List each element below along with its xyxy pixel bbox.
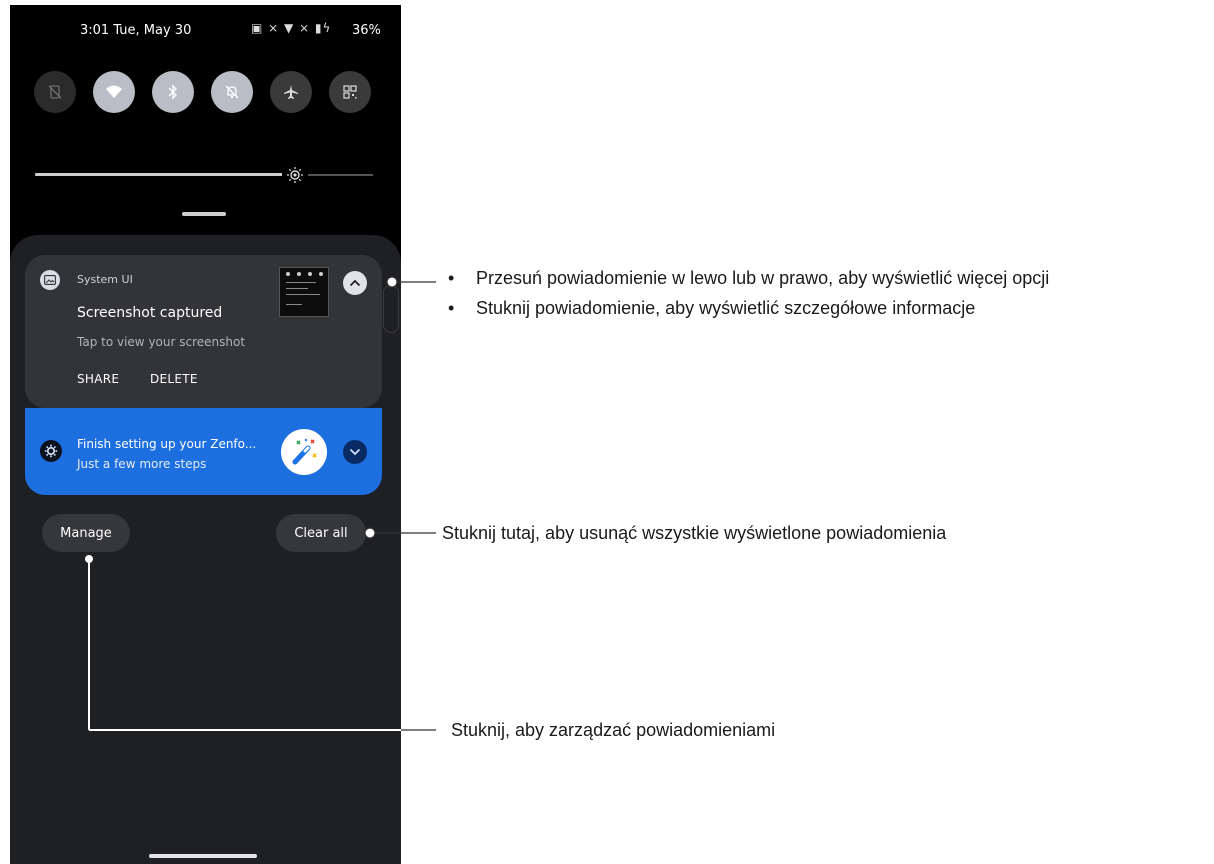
callout-tap: Stuknij powiadomienie, aby wyświetlić sz… bbox=[476, 298, 976, 318]
callout-clear-all: Stuknij tutaj, aby usunąć wszystkie wyśw… bbox=[442, 523, 947, 543]
bullet-marker: • bbox=[448, 268, 455, 288]
callout-swipe: Przesuń powiadomienie w lewo lub w prawo… bbox=[476, 268, 1050, 288]
bullet-marker: • bbox=[448, 298, 455, 318]
callout-manage: Stuknij, aby zarządzać powiadomieniami bbox=[451, 720, 776, 740]
